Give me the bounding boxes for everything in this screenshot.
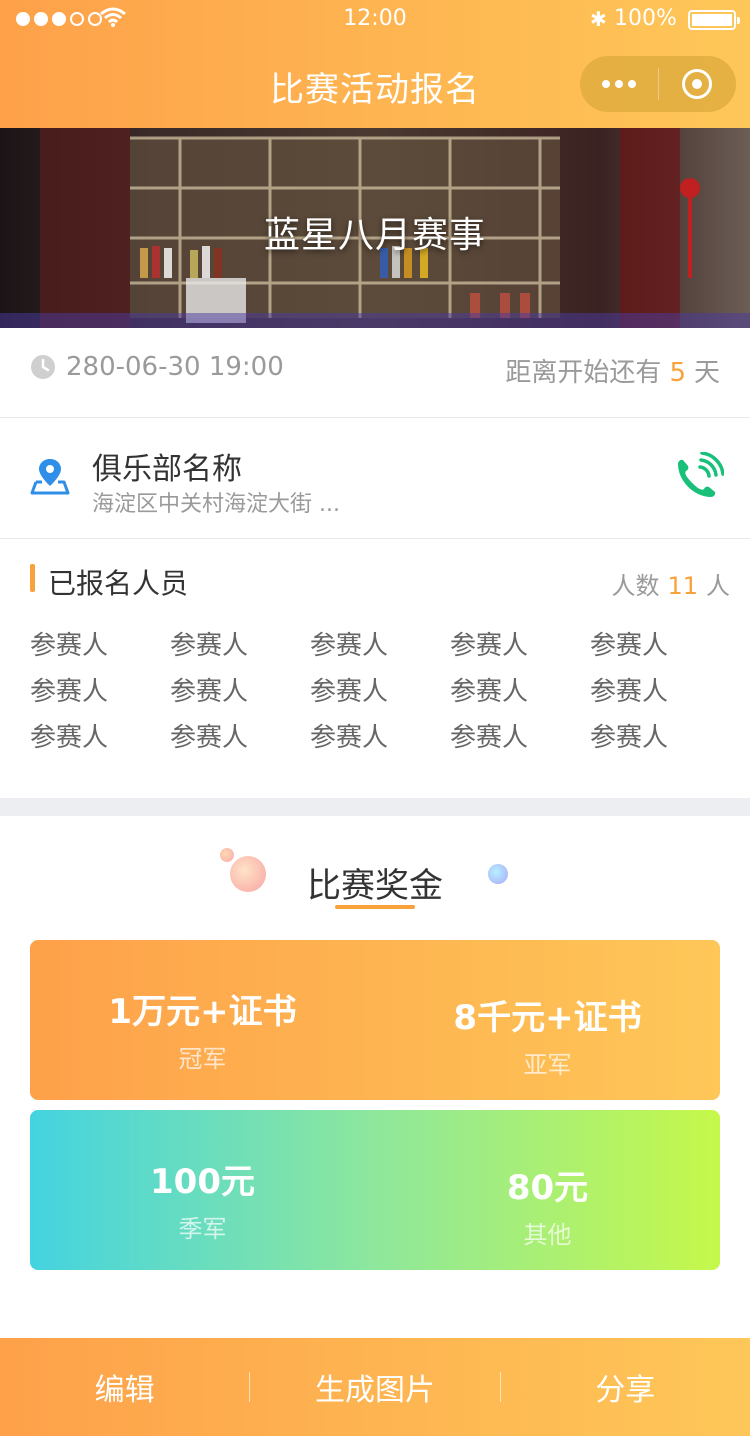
phone-call-icon[interactable] <box>672 452 724 504</box>
prize-amount: 1万元+证书 <box>108 992 297 1032</box>
participant-name: 参赛人 <box>170 723 249 753</box>
prize-rank: 亚军 <box>523 1051 572 1079</box>
close-target-button[interactable] <box>659 56 737 112</box>
participant-name: 参赛人 <box>590 677 669 707</box>
prize-card-top: 1万元+证书 冠军 8千元+证书 亚军 <box>30 940 720 1100</box>
participant-count: 人数 11 人 <box>611 566 730 601</box>
mini-program-capsule <box>580 56 736 112</box>
prize-rank: 冠军 <box>178 1045 227 1073</box>
share-button[interactable]: 分享 <box>501 1365 750 1409</box>
map-location-icon[interactable] <box>30 456 70 496</box>
participant-name: 参赛人 <box>310 631 389 661</box>
prize-other: 80元 其他 <box>375 1160 720 1250</box>
target-icon <box>682 69 713 99</box>
count-value: 11 <box>667 572 698 600</box>
participant-name: 参赛人 <box>30 723 109 753</box>
participant-name: 参赛人 <box>590 723 669 753</box>
participant-name: 参赛人 <box>170 631 249 661</box>
club-name: 俱乐部名称 <box>92 452 242 487</box>
prize-runner-up: 8千元+证书 亚军 <box>375 990 720 1080</box>
more-menu-button[interactable] <box>580 56 658 112</box>
countdown-days: 5 <box>669 358 686 388</box>
participant-name: 参赛人 <box>30 631 109 661</box>
prize-amount: 80元 <box>506 1168 589 1208</box>
countdown-unit: 天 <box>693 358 720 388</box>
participant-name: 参赛人 <box>310 723 389 753</box>
prize-title-underline <box>335 905 415 909</box>
bottom-action-bar: 编辑 生成图片 分享 <box>0 1338 750 1436</box>
participant-name: 参赛人 <box>450 677 529 707</box>
event-banner: 蓝星八月赛事 <box>0 128 750 328</box>
participant-name: 参赛人 <box>310 677 389 707</box>
edit-button[interactable]: 编辑 <box>0 1365 249 1409</box>
section-accent-bar <box>30 564 35 592</box>
prize-amount: 8千元+证书 <box>453 998 642 1038</box>
section-divider <box>0 798 750 816</box>
participant-list: 参赛人 参赛人 参赛人 参赛人 参赛人 参赛人 参赛人 参赛人 参赛人 参赛人 … <box>30 630 730 754</box>
prize-champion: 1万元+证书 冠军 <box>30 984 375 1074</box>
participant-name: 参赛人 <box>170 677 249 707</box>
participant-name: 参赛人 <box>450 631 529 661</box>
prize-amount: 100元 <box>150 1162 255 1202</box>
prize-title: 比赛奖金 <box>307 866 443 906</box>
participant-name: 参赛人 <box>590 631 669 661</box>
header: 12:00 ✱ 100% 比赛活动报名 <box>0 0 750 128</box>
bluetooth-icon: ✱ <box>590 7 607 31</box>
generate-image-button[interactable]: 生成图片 <box>250 1365 499 1409</box>
battery-percent: 100% <box>614 6 677 31</box>
status-bar: 12:00 ✱ 100% <box>0 0 750 40</box>
signed-up-title: 已报名人员 <box>48 567 189 600</box>
prize-card-bottom: 100元 季军 80元 其他 <box>30 1110 720 1270</box>
prize-rank: 其他 <box>523 1221 572 1249</box>
countdown: 距离开始还有 5 天 <box>505 352 720 389</box>
count-unit: 人 <box>706 572 730 600</box>
prize-rank: 季军 <box>178 1215 227 1243</box>
countdown-prefix: 距离开始还有 <box>505 358 662 388</box>
count-label: 人数 <box>611 572 660 600</box>
club-address: 海淀区中关村海淀大街 ... <box>92 492 340 517</box>
event-datetime: 280-06-30 19:00 <box>66 352 284 382</box>
event-title: 蓝星八月赛事 <box>263 215 486 256</box>
participant-name: 参赛人 <box>450 723 529 753</box>
battery-icon <box>688 10 740 30</box>
participant-name: 参赛人 <box>30 677 109 707</box>
clock-icon <box>31 355 55 379</box>
prize-third: 100元 季军 <box>30 1154 375 1244</box>
